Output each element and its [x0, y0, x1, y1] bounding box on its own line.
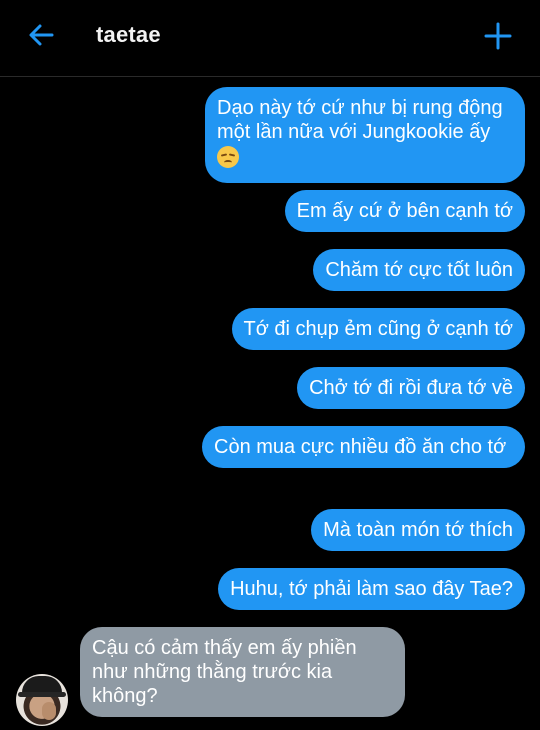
message-text: Còn mua cực nhiều đồ ăn cho tớ: [214, 436, 507, 458]
message-text: Em ấy cứ ở bên cạnh tớ: [296, 200, 513, 222]
message-bubble[interactable]: Chăm tớ cực tốt luôn: [313, 249, 525, 291]
message-bubble[interactable]: Tớ đi chụp ẻm cũng ở cạnh tớ: [231, 308, 525, 350]
message-list[interactable]: Dạo này tớ cứ như bị rung động một lần n…: [0, 77, 540, 730]
message-text: Mà toàn món tớ thích: [323, 519, 513, 541]
message-text: Chở tớ đi rồi đưa tớ về: [309, 377, 513, 399]
message-text: Huhu, tớ phải làm sao đây Tae?: [230, 578, 513, 600]
add-button[interactable]: [478, 16, 518, 56]
message-text: Chăm tớ cực tốt luôn: [325, 259, 513, 281]
pensive-face-icon: [217, 146, 239, 169]
message-text: Cậu có cảm thấy em ấy phiền như những th…: [92, 637, 357, 707]
message-text: Tớ đi chụp ẻm cũng ở cạnh tớ: [243, 318, 513, 340]
message-text: Dạo này tớ cứ như bị rung động một lần n…: [217, 97, 503, 143]
message-bubble[interactable]: Chở tớ đi rồi đưa tớ về: [297, 367, 525, 409]
avatar-cap-brim: [18, 692, 66, 697]
message-bubble-received[interactable]: Cậu có cảm thấy em ấy phiền như những th…: [80, 627, 405, 717]
message-bubble[interactable]: Mà toàn món tớ thích: [311, 509, 525, 551]
message-bubble[interactable]: Huhu, tớ phải làm sao đây Tae?: [218, 568, 525, 610]
arrow-left-icon: [29, 24, 54, 46]
message-bubble[interactable]: Dạo này tớ cứ như bị rung động một lần n…: [205, 87, 525, 183]
avatar-hand: [42, 702, 56, 720]
message-bubble[interactable]: Em ấy cứ ở bên cạnh tớ: [284, 190, 525, 232]
conversation-header: taetae: [0, 0, 540, 77]
contact-avatar[interactable]: [16, 674, 68, 726]
contact-name[interactable]: taetae: [96, 22, 161, 48]
plus-icon: [484, 22, 512, 50]
back-button[interactable]: [22, 16, 62, 56]
message-bubble[interactable]: Còn mua cực nhiều đồ ăn cho tớ: [202, 426, 525, 468]
